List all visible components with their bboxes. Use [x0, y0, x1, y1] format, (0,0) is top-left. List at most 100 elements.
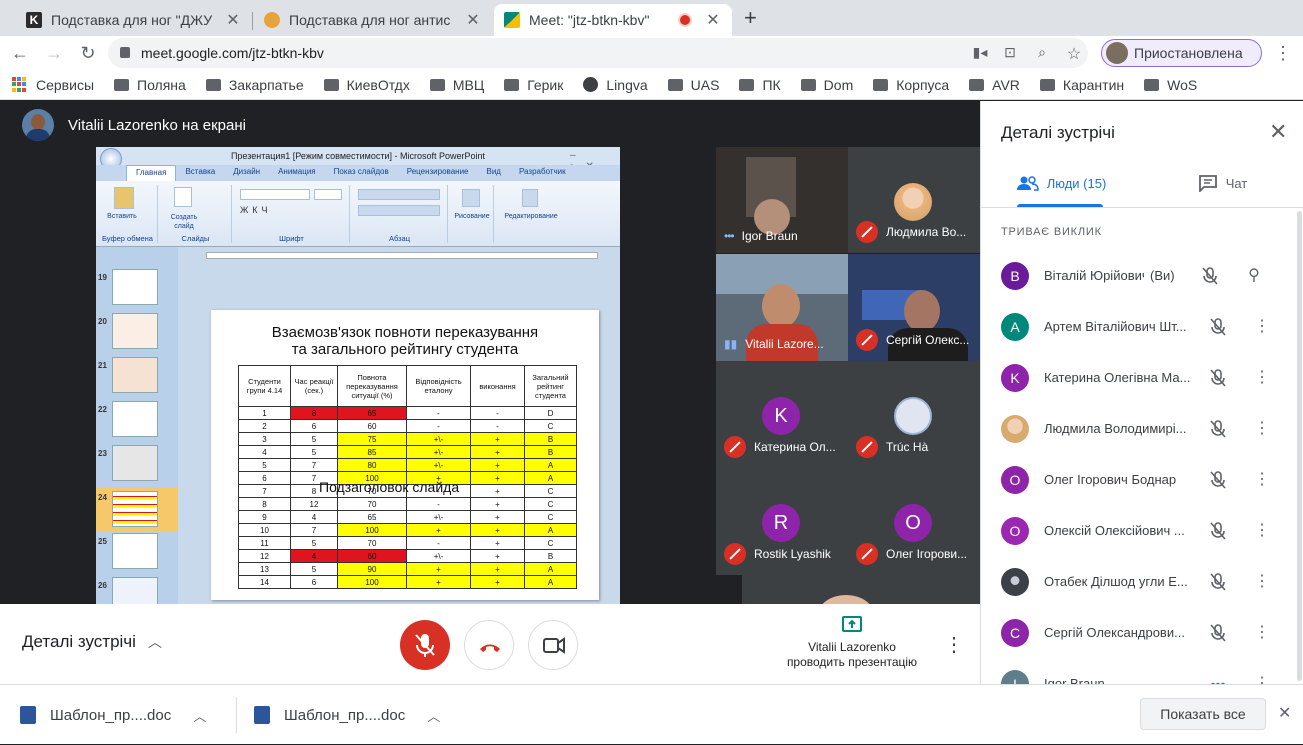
close-icon[interactable]: ✕	[1269, 119, 1287, 145]
browser-tab-1[interactable]: K Подставка для ног "ДЖУ ✕	[16, 4, 252, 36]
mic-off-icon	[724, 436, 746, 458]
results-table: Студенти групи 4.14 Час реакції (сек.) П…	[238, 365, 577, 589]
bookmark-label: WoS	[1167, 76, 1198, 93]
table-cell: -	[470, 419, 525, 433]
camera-icon[interactable]: ▮◂	[970, 44, 990, 62]
bookmark-folder[interactable]: КиевОтдх	[323, 77, 410, 93]
more-options-icon[interactable]: ⋮	[1250, 369, 1274, 386]
leave-call-button[interactable]	[464, 620, 514, 670]
tab-chat[interactable]: Чат	[1142, 159, 1303, 207]
bookmark-folder[interactable]: ПК	[739, 77, 781, 93]
show-all-downloads-button[interactable]: Показать все	[1140, 698, 1266, 730]
tab-people[interactable]: Люди (15)	[981, 159, 1142, 207]
more-options-icon[interactable]: ⋮	[1250, 522, 1274, 539]
table-cell: 1	[238, 406, 291, 420]
participant-row-name: Артем Віталійович Шт...	[1044, 319, 1187, 334]
slide-title-line: та загального рейтингу студента	[291, 341, 519, 358]
participant-tile[interactable]: Людмила Во...	[848, 147, 980, 253]
bookmark-lingva[interactable]: Lingva	[583, 77, 648, 93]
participant-tile[interactable]: K Катерина Ол...	[716, 361, 848, 468]
close-tab-icon[interactable]: ✕	[704, 10, 722, 30]
participant-row[interactable]: Отабек Ділшод угли Е... ⋮	[981, 556, 1291, 607]
bookmark-folder[interactable]: Корпуса	[873, 77, 949, 93]
folder-icon	[205, 78, 221, 91]
more-options-icon[interactable]: ⋮	[944, 632, 964, 657]
bookmark-apps[interactable]: Сервисы	[12, 76, 95, 93]
participant-row[interactable]: K Катерина Олегівна Ма... ⋮	[981, 352, 1291, 403]
close-tab-icon[interactable]: ✕	[464, 10, 482, 30]
toggle-microphone-button[interactable]	[400, 620, 450, 670]
more-options-icon[interactable]: ⋮	[1250, 573, 1274, 590]
back-arrow-icon[interactable]: ←	[8, 41, 32, 65]
table-cell: 100	[337, 575, 407, 589]
zoom-icon[interactable]: ⌕	[1032, 44, 1052, 62]
participant-tile[interactable]: Trúc Hà	[848, 361, 980, 468]
slide-thumbnail	[112, 533, 158, 569]
bookmark-folder[interactable]: WoS	[1144, 77, 1197, 93]
participant-tile[interactable]: Сергій Олекс...	[848, 254, 980, 361]
more-options-icon[interactable]: ⋮	[1250, 624, 1274, 641]
more-options-icon[interactable]: ⋮	[1250, 675, 1274, 684]
participant-row[interactable]: C Сергій Олександрови... ⋮	[981, 607, 1291, 658]
table-cell: 70	[337, 536, 407, 550]
bookmark-folder[interactable]: UAS	[667, 77, 719, 93]
thumb-number: 26	[98, 581, 107, 590]
table-row: 2 6 60- - C	[238, 419, 577, 433]
participant-tile[interactable]: ••• Igor Braun	[716, 147, 848, 253]
browser-tab-2[interactable]: Подставка для ног антис ✕	[254, 4, 492, 36]
participant-tile[interactable]: ▮▮ Vitalii Lazore...	[716, 254, 848, 361]
forward-arrow-icon[interactable]: →	[42, 41, 66, 65]
folder-icon	[504, 78, 520, 91]
bookmark-star-icon[interactable]: ☆	[1064, 44, 1084, 63]
reload-icon[interactable]: ↻	[76, 41, 100, 65]
tile-name-text: Катерина Ол...	[754, 440, 836, 454]
download-item[interactable]: Шаблон_пр....doc ︿	[254, 685, 440, 745]
table-cell: 7	[238, 484, 291, 498]
menu-kebab-icon[interactable]: ⋮	[1271, 41, 1295, 65]
more-options-icon[interactable]: ⋮	[1250, 471, 1274, 488]
address-bar[interactable]: meet.google.com/jtz-btkn-kbv ▮◂ ⊡ ⌕ ☆	[108, 38, 1088, 68]
bookmark-folder[interactable]: Поляна	[114, 77, 186, 93]
bookmark-label: Сервисы	[36, 76, 95, 93]
self-view-tile[interactable]	[742, 575, 980, 604]
browser-tab-3-active[interactable]: Meet: "jtz-btkn-kbv" ✕	[494, 4, 732, 36]
bookmark-folder[interactable]: Закарпатье	[205, 77, 304, 93]
table-cell: 4	[290, 510, 338, 524]
participant-row[interactable]: B Віталій Юрійович ... (Ви) ⚲	[981, 250, 1291, 301]
table-cell: +	[470, 497, 525, 511]
people-icon	[1016, 176, 1039, 191]
new-tab-button[interactable]: +	[744, 5, 757, 31]
more-options-icon[interactable]: ⋮	[1250, 318, 1274, 335]
participant-tile[interactable]: O Олег Ігорови...	[848, 468, 980, 575]
translate-icon[interactable]: ⊡	[1000, 44, 1020, 62]
slide-title: Взаємозв'язок повноти переказування та з…	[211, 324, 599, 358]
meeting-details-button[interactable]: Деталі зустрічі ︿	[22, 632, 162, 652]
scrollbar[interactable]	[1297, 211, 1302, 681]
participant-row[interactable]: I Igor Braun ••• ⋮	[981, 658, 1291, 684]
bookmark-folder[interactable]: Герик	[504, 77, 563, 93]
close-icon[interactable]: ✕	[1278, 703, 1291, 723]
table-cell: -	[406, 497, 471, 511]
table-cell: C	[524, 419, 577, 433]
chevron-up-icon[interactable]: ︿	[427, 706, 440, 725]
participant-row[interactable]: O Олексій Олексійович ... ⋮	[981, 505, 1291, 556]
chevron-up-icon[interactable]: ︿	[193, 706, 206, 725]
bookmark-folder[interactable]: Карантин	[1039, 77, 1124, 93]
avatar: B	[1001, 261, 1029, 290]
more-options-icon[interactable]: ⋮	[1250, 420, 1274, 437]
participant-row[interactable]: Людмила Володимирі... ⋮	[981, 403, 1291, 454]
pin-icon[interactable]: ⚲	[1242, 267, 1266, 284]
slide-thumbnail	[112, 577, 158, 604]
bookmark-folder[interactable]: AVR	[969, 77, 1020, 93]
participant-row[interactable]: A Артем Віталійович Шт... ⋮	[981, 301, 1291, 352]
bookmark-folder[interactable]: МВЦ	[429, 77, 484, 93]
toggle-camera-button[interactable]	[528, 620, 578, 670]
participant-row[interactable]: O Олег Ігорович Боднар ⋮	[981, 454, 1291, 505]
download-item[interactable]: Шаблон_пр....doc ︿	[20, 685, 206, 745]
presentation-status[interactable]: Vitalii Lazorenko проводить презентацію	[782, 616, 922, 670]
profile-button[interactable]: Приостановлена	[1101, 39, 1262, 67]
close-tab-icon[interactable]: ✕	[224, 10, 242, 30]
group-label: Буфер обмена	[102, 234, 153, 243]
bookmark-folder[interactable]: Dom	[800, 77, 853, 93]
participant-tile[interactable]: R Rostik Lyashik	[716, 468, 848, 575]
